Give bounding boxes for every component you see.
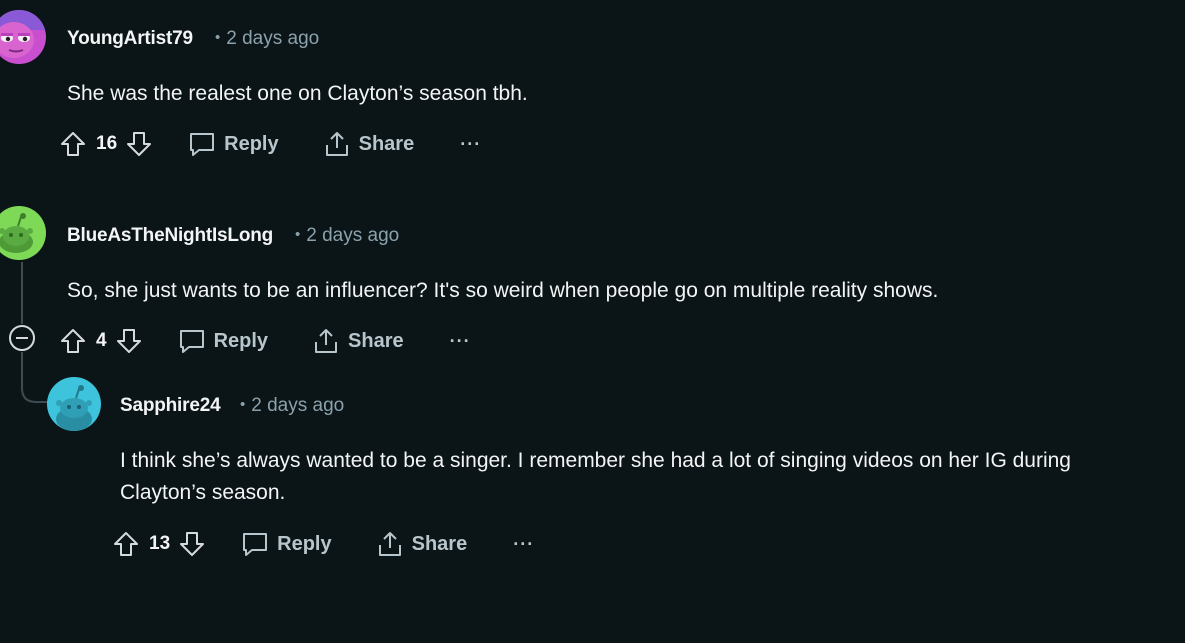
comment-time: 2 days ago — [251, 395, 345, 416]
share-label: Share — [348, 329, 404, 352]
comment-body: She was the realest one on Clayton’s sea… — [67, 82, 528, 105]
upvote-icon[interactable] — [113, 531, 139, 557]
vote-group: 4 — [60, 328, 142, 354]
upvote-icon[interactable] — [60, 328, 86, 354]
share-button[interactable]: Share — [323, 130, 415, 158]
comment-timestamp: • 2 days ago — [215, 28, 319, 50]
vote-group: 16 — [60, 131, 152, 157]
meta-separator: • — [215, 29, 221, 46]
reply-button[interactable]: Reply — [178, 328, 268, 354]
thread-line[interactable] — [21, 262, 23, 324]
upvote-icon[interactable] — [60, 131, 86, 157]
reply-button[interactable]: Reply — [188, 131, 279, 157]
downvote-icon[interactable] — [116, 328, 142, 354]
share-icon — [312, 327, 340, 355]
comment-body-line: I think she’s always wanted to be a sing… — [120, 449, 1071, 472]
share-button[interactable]: Share — [312, 327, 404, 355]
comment-username[interactable]: Sapphire24 — [120, 395, 221, 417]
reply-button[interactable]: Reply — [241, 531, 332, 557]
more-icon: ··· — [449, 330, 471, 351]
comment-time: 2 days ago — [306, 225, 400, 246]
more-icon: ··· — [460, 133, 482, 154]
comment-icon — [178, 328, 206, 354]
comment-actions: 16 Reply Share ··· — [60, 127, 481, 161]
comment-timestamp: • 2 days ago — [240, 395, 344, 417]
more-options-button[interactable]: ··· — [513, 534, 534, 555]
vote-count: 16 — [96, 133, 118, 154]
meta-separator: • — [295, 226, 301, 243]
collapse-thread-button[interactable] — [9, 325, 35, 351]
collapse-icon — [16, 337, 28, 339]
comment-body: So, she just wants to be an influencer? … — [67, 279, 939, 302]
avatar[interactable] — [47, 377, 101, 431]
downvote-icon[interactable] — [126, 131, 152, 157]
avatar[interactable] — [0, 10, 46, 64]
share-icon — [323, 130, 351, 158]
comment-username[interactable]: YoungArtist79 — [67, 28, 193, 50]
vote-count: 13 — [149, 533, 171, 554]
vote-count: 4 — [96, 330, 107, 351]
reply-label: Reply — [224, 132, 279, 155]
share-label: Share — [358, 132, 415, 155]
meta-separator: • — [240, 396, 246, 413]
comment-username[interactable]: BlueAsTheNightIsLong — [67, 225, 273, 247]
comment-icon — [241, 531, 269, 557]
comment-timestamp: • 2 days ago — [295, 225, 399, 247]
reply-label: Reply — [213, 329, 269, 352]
downvote-icon[interactable] — [179, 531, 205, 557]
comment-actions: 13 Reply Share ··· — [113, 527, 534, 561]
more-options-button[interactable]: ··· — [450, 331, 471, 352]
share-label: Share — [411, 532, 468, 555]
comment-body-line: Clayton’s season. — [120, 481, 286, 504]
share-icon — [376, 530, 404, 558]
more-icon: ··· — [513, 533, 535, 554]
more-options-button[interactable]: ··· — [460, 134, 481, 155]
share-button[interactable]: Share — [376, 530, 468, 558]
comments-section: YoungArtist79 • 2 days ago She was the re… — [0, 0, 1185, 643]
reply-label: Reply — [277, 532, 332, 555]
comment-actions: 4 Reply Share ··· — [60, 324, 471, 358]
avatar[interactable] — [0, 206, 46, 260]
comment-time: 2 days ago — [226, 28, 320, 49]
vote-group: 13 — [113, 531, 205, 557]
comment-icon — [188, 131, 216, 157]
